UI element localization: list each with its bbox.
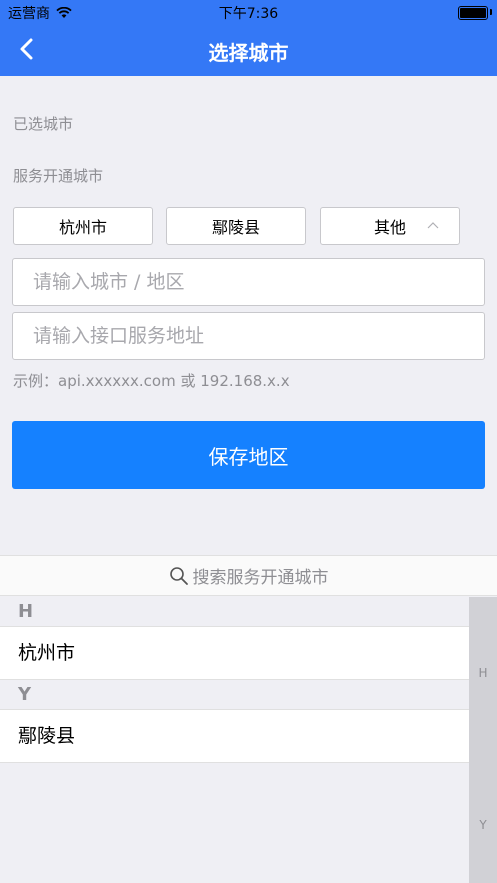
city-search-bar[interactable]: 搜索服务开通城市: [0, 555, 497, 596]
selected-city-label: 已选城市: [13, 115, 74, 133]
page-title: 选择城市: [208, 41, 289, 65]
index-letter-y[interactable]: Y: [469, 818, 497, 832]
nav-bar: 选择城市: [0, 24, 497, 76]
list-item-yanling[interactable]: 鄢陵县: [0, 710, 469, 763]
city-button-hangzhou[interactable]: 杭州市: [13, 207, 153, 245]
city-button-label: 鄢陵县: [211, 218, 260, 237]
service-cities-label: 服务开通城市: [13, 167, 104, 185]
section-header-y: Y: [0, 680, 469, 710]
search-placeholder: 搜索服务开通城市: [192, 568, 329, 588]
city-button-yanling[interactable]: 鄢陵县: [166, 207, 306, 245]
index-letter-h[interactable]: H: [469, 666, 497, 680]
status-bar: 运营商 下午7:36: [0, 0, 497, 24]
alphabet-index-bar[interactable]: H Y: [469, 597, 497, 883]
section-header-h: H: [0, 597, 469, 627]
save-region-button[interactable]: 保存地区: [12, 421, 485, 489]
list-item-hangzhou[interactable]: 杭州市: [0, 627, 469, 680]
chevron-up-icon: [427, 222, 439, 229]
city-button-label: 其他: [373, 218, 406, 237]
city-list: H 杭州市 Y 鄢陵县: [0, 597, 469, 763]
city-input[interactable]: [12, 258, 485, 306]
status-time: 下午7:36: [218, 6, 279, 22]
city-button-label: 杭州市: [58, 218, 107, 237]
save-button-label: 保存地区: [208, 444, 289, 469]
battery-tip: [490, 9, 492, 15]
battery-icon: [458, 6, 488, 20]
example-hint: 示例：api.xxxxxx.com 或 192.168.x.x: [13, 372, 290, 390]
city-button-other[interactable]: 其他: [320, 207, 460, 245]
search-icon: [169, 566, 188, 585]
api-address-input[interactable]: [12, 312, 485, 360]
